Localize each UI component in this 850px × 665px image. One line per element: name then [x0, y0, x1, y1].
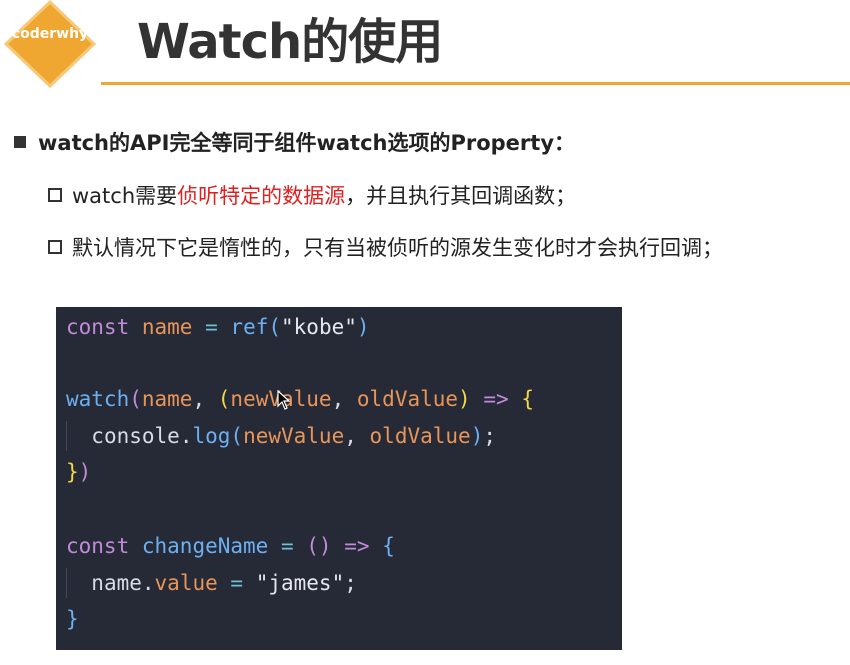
code-line-5: const changeName = () => { — [66, 534, 395, 558]
logo-text: coderwhy — [11, 26, 89, 42]
hollow-square-bullet-icon — [48, 188, 62, 202]
coderwhy-logo: coderwhy — [4, 0, 96, 88]
code-line-6: name.value = "james"; — [91, 571, 357, 595]
sub-bullet-1: watch需要 侦听特定的数据源 ，并且执行其回调函数； — [48, 180, 576, 210]
title-underline — [101, 82, 850, 85]
code-line-2: watch(name, (newValue, oldValue) => { — [66, 387, 534, 411]
sub-bullet-1-text-a: watch需要 — [72, 184, 178, 208]
sub-bullet-1-text-b: ，并且执行其回调函数； — [345, 184, 577, 208]
hollow-square-bullet-icon — [48, 240, 62, 254]
mouse-pointer-icon — [277, 390, 291, 410]
code-line-7: } — [66, 607, 79, 631]
code-block: const name = ref("kobe") watch(name, (ne… — [56, 307, 622, 650]
code-line-3: console.log(newValue, oldValue); — [91, 424, 496, 448]
main-bullet-text: watch的API完全等同于组件watch选项的Property： — [38, 131, 576, 155]
sub-bullet-2: 默认情况下它是惰性的，只有当被侦听的源发生变化时才会执行回调； — [48, 232, 723, 262]
code-line-4: }) — [66, 460, 92, 484]
page-title: Watch的使用 — [137, 14, 443, 70]
sub-bullet-1-highlight: 侦听特定的数据源 — [177, 184, 346, 208]
filled-square-bullet-icon — [14, 136, 26, 148]
sub-bullet-2-text: 默认情况下它是惰性的，只有当被侦听的源发生变化时才会执行回调； — [72, 236, 723, 260]
logo-diamond-shape — [4, 0, 96, 88]
code-line-1: const name = ref("kobe") — [66, 315, 370, 339]
main-bullet: watch的API完全等同于组件watch选项的Property： — [14, 127, 575, 157]
